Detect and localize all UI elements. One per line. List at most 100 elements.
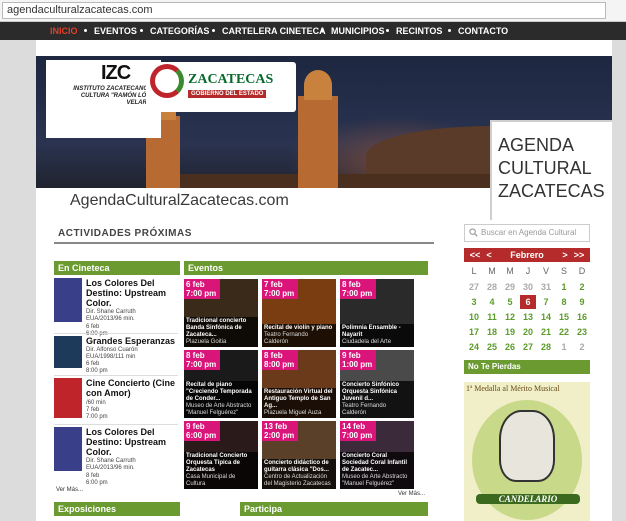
nav-municipios[interactable]: MUNICIPIOS [331, 22, 385, 40]
cineteca-item[interactable]: Los Colores Del Destino: Upstream Color.… [54, 427, 182, 486]
movie-title[interactable]: Grandes Esperanzas [86, 336, 182, 346]
calendar-day[interactable]: 7 [538, 295, 554, 309]
calendar-day[interactable]: 2 [574, 340, 590, 354]
calendar-day[interactable]: 28 [484, 280, 500, 294]
calendar-day[interactable]: 1 [556, 340, 572, 354]
event-card[interactable]: 9 feb 1:00 pm Concierto Sinfónico Orquest… [340, 350, 414, 418]
event-card[interactable]: 8 feb 8:00 pm Restauración Virtual del An… [262, 350, 336, 418]
calendar-day[interactable]: 2 [574, 280, 590, 294]
event-time: 7:00 pm [264, 289, 295, 298]
nav-cartelera-cineteca[interactable]: CARTELERA CINETECA [222, 22, 326, 40]
calendar-day[interactable]: 13 [520, 310, 536, 324]
movie-poster-thumbnail[interactable] [54, 336, 82, 368]
participa-heading[interactable]: Participa [240, 502, 428, 516]
cineteca-item[interactable]: Cine Concierto (Cine con Amor) /60 min 7… [54, 378, 180, 426]
event-title[interactable]: Restauración Virtual del Antiguo Templo … [264, 389, 334, 410]
movie-poster-thumbnail[interactable] [54, 378, 82, 418]
section-title: ACTIVIDADES PRÓXIMAS [58, 228, 192, 239]
medalla-promo-banner[interactable]: 1ª Medalla al Mérito Musical CANDELARIO [464, 382, 590, 521]
cineteca-item[interactable]: Grandes Esperanzas Dir. Alfonso Cuarón E… [54, 336, 180, 376]
movie-title[interactable]: Los Colores Del Destino: Upstream Color. [86, 278, 182, 308]
movie-time: 7:00 pm [86, 414, 108, 420]
calendar-day[interactable]: 14 [538, 310, 554, 324]
calendar-day[interactable]: 12 [502, 310, 518, 324]
event-date-badge: 7 feb 7:00 pm [262, 279, 298, 299]
calendar-day[interactable]: 27 [520, 340, 536, 354]
calendar-day[interactable]: 25 [484, 340, 500, 354]
url-input[interactable]: agendaculturalzacatecas.com [2, 2, 606, 19]
movie-title[interactable]: Los Colores Del Destino: Upstream Color. [86, 427, 182, 457]
calendar-day[interactable]: 26 [502, 340, 518, 354]
calendar-day[interactable]: 24 [466, 340, 482, 354]
event-card[interactable]: 8 feb 7:00 pm Polimnia Ensamble - Nayarit… [340, 279, 414, 347]
event-card[interactable]: 9 feb 6:00 pm Tradicional Concierto Orque… [184, 421, 258, 489]
calendar-day[interactable]: 22 [556, 325, 572, 339]
event-caption: Polimnia Ensamble - Nayarit Ciudadela del… [340, 324, 414, 347]
calendar-day[interactable]: 1 [556, 280, 572, 294]
agenda-cultural-box: AGENDA CULTURAL ZACATECAS [490, 120, 612, 220]
calendar-day[interactable]: 31 [538, 280, 554, 294]
calendar-day[interactable]: 10 [466, 310, 482, 324]
calendar-day[interactable]: 9 [574, 295, 590, 309]
calendar-day[interactable]: 16 [574, 310, 590, 324]
event-title[interactable]: Concierto Coral Sociedad Coral Infantil … [342, 453, 412, 474]
event-title[interactable]: Polimnia Ensamble - Nayarit [342, 325, 412, 339]
calendar-day[interactable]: 28 [538, 340, 554, 354]
promo-name: CANDELARIO [476, 494, 580, 504]
event-card[interactable]: 13 feb 2:00 pm Concierto didáctico de gui… [262, 421, 336, 489]
eventos-ver-mas-link[interactable]: Ver Más... [398, 491, 425, 497]
event-title[interactable]: Tradicional concierto Banda Sinfónica de… [186, 318, 256, 339]
calendar-day[interactable]: 18 [484, 325, 500, 339]
event-title[interactable]: Tradicional Concierto Orquesta Típica de… [186, 453, 256, 474]
event-title[interactable]: Concierto Sinfónico Orquesta Sinfónica J… [342, 382, 412, 403]
calendar-day[interactable]: 8 [556, 295, 572, 309]
movie-title[interactable]: Cine Concierto (Cine con Amor) [86, 378, 182, 398]
nav-separator [448, 29, 451, 32]
event-card[interactable]: 8 feb 7:00 pm Recital de piano "Creciendo… [184, 350, 258, 418]
nav-categorias[interactable]: CATEGORÍAS [150, 22, 209, 40]
nav-eventos[interactable]: EVENTOS [94, 22, 137, 40]
nav-inicio[interactable]: INICIO [50, 22, 78, 40]
search-input[interactable]: Buscar en Agenda Cultural [464, 224, 590, 242]
calendar-day[interactable]: 5 [502, 295, 518, 309]
calendar-month: Febrero [510, 250, 544, 260]
event-title[interactable]: Recital de piano "Creciendo Temporada de… [186, 382, 256, 403]
calendar-day[interactable]: 23 [574, 325, 590, 339]
event-title[interactable]: Recital de violín y piano [264, 325, 334, 332]
calendar-day[interactable]: 21 [538, 325, 554, 339]
event-card[interactable]: 14 feb 7:00 pm Concierto Coral Sociedad C… [340, 421, 414, 489]
event-title[interactable]: Concierto didáctico de guitarra clásica … [264, 460, 334, 474]
cineteca-ver-mas-link[interactable]: Ver Más... [56, 487, 83, 493]
event-card[interactable]: 6 feb 7:00 pm Tradicional concierto Banda… [184, 279, 258, 347]
zacatecas-logo[interactable]: ZACATECAS GOBIERNO DEL ESTADO [146, 62, 296, 112]
calendar-day[interactable]: 3 [466, 295, 482, 309]
calendar-day[interactable]: 29 [502, 280, 518, 294]
search-icon [469, 228, 478, 237]
calendar-day[interactable]: 6 [520, 295, 536, 309]
movie-poster-thumbnail[interactable] [54, 427, 82, 471]
izc-logo[interactable]: IZC INSTITUTO ZACATECANO DE CULTURA "RAM… [46, 60, 161, 138]
calendar-day[interactable]: 30 [520, 280, 536, 294]
calendar-next-year-button[interactable]: >> [570, 248, 588, 262]
nav-contacto[interactable]: CONTACTO [458, 22, 508, 40]
movie-poster-thumbnail[interactable] [54, 278, 82, 322]
event-caption: Tradicional concierto Banda Sinfónica de… [184, 317, 258, 347]
calendar-day[interactable]: 15 [556, 310, 572, 324]
no-te-pierdas-heading[interactable]: No Te Pierdas [464, 360, 590, 374]
exposiciones-heading[interactable]: Exposiciones [54, 502, 180, 516]
eventos-heading[interactable]: Eventos [184, 261, 428, 275]
event-card[interactable]: 7 feb 7:00 pm Recital de violín y piano Te… [262, 279, 336, 347]
event-time: 1:00 pm [342, 360, 373, 369]
calendar-day[interactable]: 20 [520, 325, 536, 339]
event-place: Museo de Arte Abstracto "Manuel Felguére… [186, 403, 252, 416]
nav-recintos[interactable]: RECINTOS [396, 22, 442, 40]
calendar-day[interactable]: 27 [466, 280, 482, 294]
calendar-day[interactable]: 4 [484, 295, 500, 309]
calendar-day[interactable]: 17 [466, 325, 482, 339]
cineteca-heading[interactable]: En Cineteca [54, 261, 180, 275]
cineteca-item[interactable]: Los Colores Del Destino: Upstream Color.… [54, 278, 182, 337]
movie-info: EUA/2013/96 min. [86, 316, 135, 322]
calendar-day[interactable]: 11 [484, 310, 500, 324]
calendar-day[interactable]: 19 [502, 325, 518, 339]
main-navigation: INICIO EVENTOS CATEGORÍAS CARTELERA CINE… [0, 22, 626, 40]
